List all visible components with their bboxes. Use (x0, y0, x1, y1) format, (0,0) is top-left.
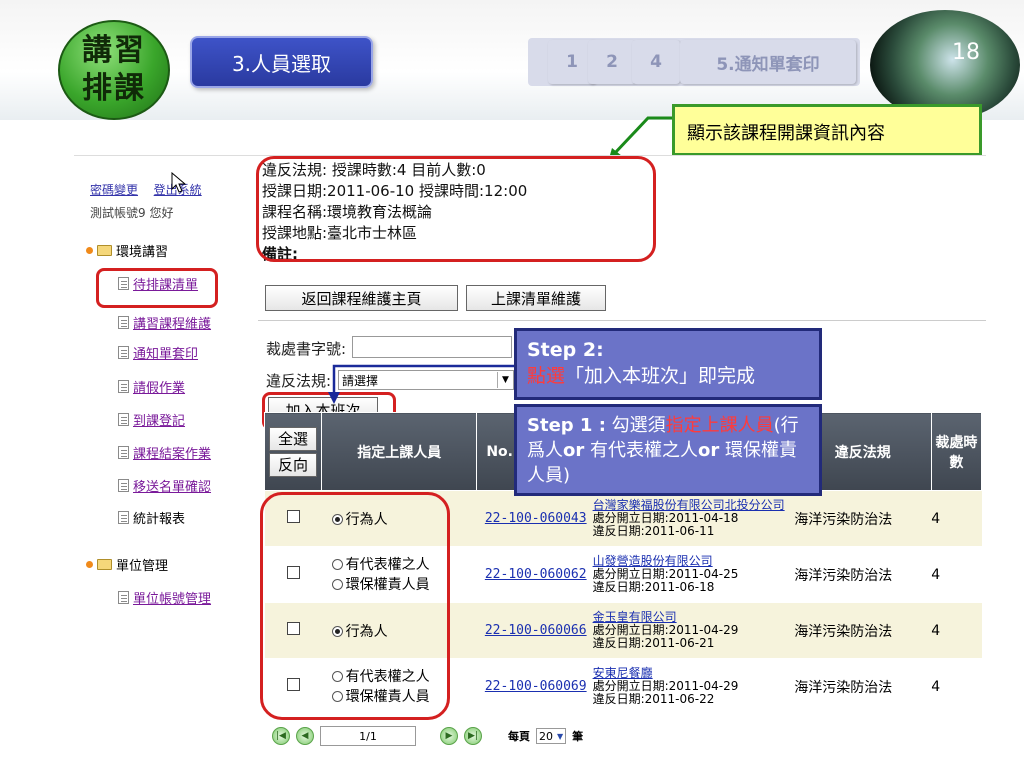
next-page-icon[interactable]: ▶ (440, 727, 458, 745)
sidebar-item-notice[interactable]: 通知單套印 (118, 343, 198, 362)
sidebar-item-transfer[interactable]: 移送名單確認 (118, 476, 211, 495)
back-to-course-button[interactable]: 返回課程維護主頁 (265, 285, 458, 311)
document-icon (118, 380, 129, 393)
highlight-ring-persons (260, 492, 450, 720)
document-icon (118, 346, 129, 359)
bullet-icon (86, 561, 93, 568)
case-number-link[interactable]: 22-100-060043 (485, 511, 587, 526)
topic-badge: 講習 排課 (58, 20, 170, 120)
header-hours: 裁處時數 (930, 412, 983, 491)
divider (258, 320, 986, 321)
badge-line2: 排課 (82, 71, 146, 106)
sidebar-item-leave[interactable]: 請假作業 (118, 377, 185, 396)
law-cell: 海洋污染防治法 (794, 602, 932, 659)
company-link[interactable]: 安東尼餐廳 (593, 666, 653, 680)
select-header: 全選 反向 (263, 412, 323, 491)
sidebar-item-accounts[interactable]: 單位帳號管理 (118, 588, 211, 607)
hours-cell: 4 (931, 602, 982, 659)
change-password-link[interactable]: 密碼變更 (90, 183, 138, 197)
hours-cell: 4 (931, 490, 982, 547)
group-label: 環境講習 (116, 245, 169, 260)
page-number: 18 (952, 40, 980, 65)
header-person: 指定上課人員 (321, 412, 478, 491)
info-callout: 顯示該課程開課資訊內容 (672, 104, 982, 156)
page-input[interactable]: 1/1 (320, 726, 416, 746)
sidebar-item-close[interactable]: 課程結案作業 (118, 443, 211, 462)
hours-cell: 4 (931, 546, 982, 603)
step2-callout: Step 2: 點選「加入本班次」即完成 (514, 328, 822, 400)
document-icon (118, 316, 129, 329)
document-icon (118, 446, 129, 459)
document-icon (118, 511, 129, 524)
law-cell: 海洋污染防治法 (794, 490, 932, 547)
law-cell: 海洋污染防治法 (794, 546, 932, 603)
badge-line1: 講習 (82, 33, 146, 68)
first-page-icon[interactable]: |◀ (272, 727, 290, 745)
prev-page-icon[interactable]: ◀ (296, 727, 314, 745)
highlight-ring-sidebar (96, 268, 218, 308)
crumb-4[interactable]: 4 (632, 40, 680, 84)
select-all-button[interactable]: 全選 (269, 426, 318, 451)
doc-number-input[interactable] (352, 336, 512, 358)
case-number-link[interactable]: 22-100-060069 (485, 679, 587, 694)
sidebar-item-course[interactable]: 講習課程維護 (118, 313, 211, 332)
tree-group-env[interactable]: 環境講習 (86, 241, 168, 260)
crumb-5[interactable]: 5.通知單套印 (680, 40, 856, 84)
per-page-unit: 筆 (572, 730, 584, 743)
per-page-select[interactable]: 20 ▼ (536, 728, 567, 744)
sidebar-item-stats[interactable]: 統計報表 (118, 508, 185, 527)
law-cell: 海洋污染防治法 (794, 658, 932, 715)
pager: |◀ ◀ 1/1 ▶ ▶| 每頁 20 ▼ 筆 (272, 726, 583, 746)
company-link[interactable]: 山發營造股份有限公司 (593, 554, 713, 568)
case-number-link[interactable]: 22-100-060066 (485, 623, 587, 638)
step-title: 3.人員選取 (190, 36, 373, 88)
chevron-down-icon[interactable]: ▼ (557, 732, 563, 741)
sidebar-item-attendance[interactable]: 到課登記 (118, 410, 185, 429)
breadcrumb: 1 2 4 5.通知單套印 (528, 38, 860, 86)
slide: 講習 排課 3.人員選取 1 2 4 5.通知單套印 18 顯示該課程開課資訊內… (0, 0, 1024, 768)
company-link[interactable]: 金玉皇有限公司 (593, 610, 677, 624)
group-label: 單位管理 (116, 559, 169, 574)
highlight-ring-info (256, 156, 656, 262)
step1-callout: Step 1 : 勾選須指定上課人員(行爲人or 有代表權之人or 環保權責人員… (514, 404, 822, 496)
crumb-2[interactable]: 2 (588, 40, 636, 84)
last-page-icon[interactable]: ▶| (464, 727, 482, 745)
hours-cell: 4 (931, 658, 982, 715)
document-icon (118, 413, 129, 426)
document-icon (118, 479, 129, 492)
invert-selection-button[interactable]: 反向 (269, 452, 318, 477)
roster-maintain-button[interactable]: 上課清單維護 (466, 285, 606, 311)
folder-icon (97, 245, 112, 256)
tree-group-unit[interactable]: 單位管理 (86, 555, 168, 574)
doc-number-label: 裁處書字號: (266, 340, 347, 358)
document-icon (118, 591, 129, 604)
cursor-icon (171, 172, 187, 193)
greeting: 測試帳號9 您好 (90, 206, 174, 220)
bullet-icon (86, 247, 93, 254)
company-link[interactable]: 台灣家樂福股份有限公司北投分公司 (593, 498, 785, 512)
folder-icon (97, 559, 112, 570)
case-number-link[interactable]: 22-100-060062 (485, 567, 587, 582)
per-page-label: 每頁 (508, 730, 530, 743)
